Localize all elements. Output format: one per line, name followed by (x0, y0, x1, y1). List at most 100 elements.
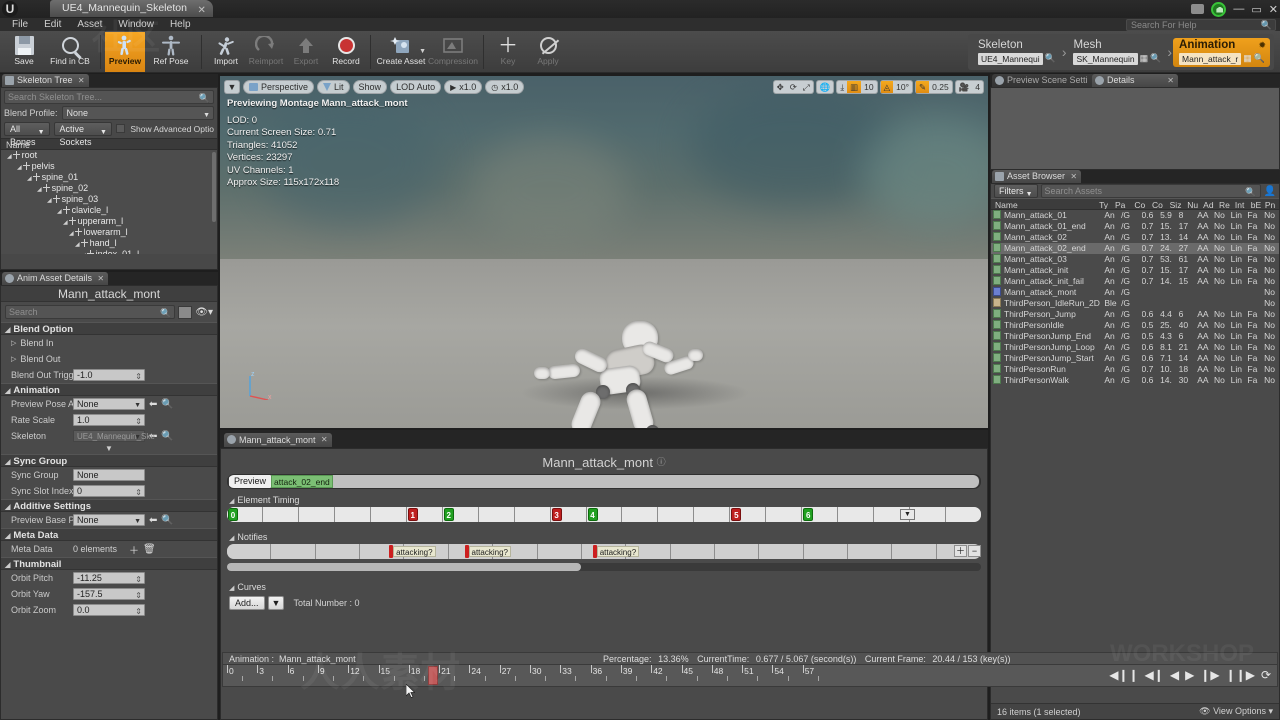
viewport-anim-speed-button[interactable]: ◷ x1.0 (485, 80, 525, 94)
section-meta-data[interactable]: ◢ Meta Data (1, 528, 217, 541)
notify-cell[interactable] (315, 544, 361, 559)
toolbar-export-button[interactable]: Export (286, 32, 326, 72)
play-reverse-icon[interactable]: ◀ (1170, 668, 1179, 682)
col-add[interactable]: Ad (1203, 199, 1219, 209)
preview-pose-combo[interactable]: None ▼ (73, 398, 145, 410)
asset-row[interactable]: ThirdPerson_Jump An/G 0.6 4.4 6 AA No Lin Fa No (991, 309, 1279, 320)
feedback-icon[interactable] (1191, 4, 1205, 14)
sync-group-field[interactable]: None (73, 469, 145, 481)
toolbar-find-in-cb-button[interactable]: Find in CB (44, 32, 96, 72)
notify-cell[interactable] (759, 544, 804, 559)
montage-slot-track[interactable]: Preview attack_02_end (227, 474, 981, 489)
element-timing-marker[interactable]: 1 (407, 508, 418, 521)
asset-row[interactable]: Mann_attack_01_end An/G 0.7 15. 17 AA No Lin Fa N… (991, 221, 1279, 232)
camera-speed-value[interactable]: 4 (972, 81, 983, 93)
step-back-icon[interactable]: ◀❙ (1145, 668, 1164, 682)
asset-row[interactable]: Mann_attack_mont An/G No (991, 287, 1279, 298)
col-path[interactable]: Pa (1115, 199, 1134, 209)
notify-cell[interactable] (714, 544, 760, 559)
section-thumbnail[interactable]: ◢ Thumbnail (1, 557, 217, 570)
col-int[interactable]: Int (1235, 199, 1251, 209)
asset-row[interactable]: ThirdPersonJump_Start An/G 0.6 7.1 14 AA No Lin… (991, 353, 1279, 364)
viewport-show-button[interactable]: Show (352, 80, 388, 94)
surface-snap-icon[interactable]: ⤓ (837, 81, 847, 93)
minimize-button[interactable]: — (1233, 3, 1244, 15)
grid-icon[interactable]: ▦ (1140, 53, 1149, 64)
use-selected-icon-base[interactable]: ⬅ (149, 515, 157, 526)
notify-cell[interactable] (848, 544, 893, 559)
close-icon-details-tab[interactable]: ✕ (97, 272, 104, 285)
tree-node-upperarm-l[interactable]: ◢ upperarm_l (1, 216, 217, 227)
add-notify-button[interactable]: ＋ (954, 545, 967, 557)
col-num[interactable]: Nu (1187, 199, 1203, 209)
loop-icon[interactable]: ⟳ (1261, 668, 1271, 682)
tree-node-index01-l[interactable]: ◢index_01_l (1, 249, 217, 254)
remove-notify-button[interactable]: − (968, 545, 981, 557)
toolbar-record-button[interactable]: Record (326, 32, 366, 72)
maximize-button[interactable]: ▭ (1251, 3, 1261, 16)
notifies-label[interactable]: ◢ Notifies (221, 530, 987, 544)
element-timing-cell[interactable]: 6 (802, 507, 839, 522)
toolbar-ref-pose-button[interactable]: Ref Pose (145, 32, 197, 72)
element-timing-marker[interactable]: 2 (443, 508, 454, 521)
menu-item-file[interactable]: File (4, 18, 36, 31)
toolbar-apply-button[interactable]: Apply (528, 32, 568, 72)
element-timing-track[interactable]: 0 1 2 3 4 5 6 (227, 507, 981, 522)
col-name[interactable]: Name (991, 199, 1099, 209)
curves-add-button[interactable]: Add... (229, 596, 265, 610)
col-co1[interactable]: Co (1134, 199, 1152, 209)
close-button[interactable]: ✕ (1269, 3, 1278, 16)
rotate-icon[interactable]: ⟳ (787, 81, 800, 93)
element-timing-cell[interactable] (658, 507, 695, 522)
section-additive-settings[interactable]: ◢ Additive Settings (1, 499, 217, 512)
menu-item-asset[interactable]: Asset (69, 18, 110, 31)
preview-base-combo[interactable]: None ▼ (73, 514, 145, 526)
delete-icon[interactable]: 🗑 (143, 544, 156, 555)
element-timing-cell[interactable]: 3 (550, 507, 587, 522)
asset-browser-list[interactable]: Mann_attack_01 An/G 0.6 5.9 8 AA No Lin Fa No Mann… (991, 210, 1279, 386)
expand-more-icon[interactable]: ▼ (1, 444, 217, 454)
preview-viewport[interactable]: ▼ Perspective Lit Show LOD Auto ▶ x1.0 ◷… (220, 76, 988, 428)
asset-row[interactable]: Mann_attack_02 An/G 0.7 13. 14 AA No Lin Fa No (991, 232, 1279, 243)
montage-preview-button[interactable]: Preview (229, 475, 272, 488)
element-timing-label[interactable]: ◢ Element Timing (221, 493, 987, 507)
toolbar-key-button[interactable]: ＋ Key (488, 32, 528, 72)
toolbar-preview-button[interactable]: Preview (105, 32, 145, 72)
sync-slot-field[interactable]: 0 ⇕ (73, 485, 145, 497)
step-forward-icon[interactable]: ❙▶ (1200, 668, 1219, 682)
notifies-scroll-thumb[interactable] (227, 563, 582, 571)
spinner-icon[interactable]: ⇕ (135, 371, 142, 382)
asset-row[interactable]: ThirdPersonWalk An/G 0.6 14. 30 AA No Lin Fa No (991, 375, 1279, 386)
menu-item-edit[interactable]: Edit (36, 18, 69, 31)
section-animation[interactable]: ◢ Animation (1, 383, 217, 396)
browse-icon-skel[interactable]: 🔍 (161, 431, 173, 442)
help-search-input[interactable]: Search For Help 🔍 (1126, 19, 1276, 31)
tab-anim-asset-details[interactable]: Anim Asset Details ✕ (2, 272, 109, 285)
element-timing-cell[interactable] (622, 507, 659, 522)
asset-row[interactable]: ThirdPerson_IdleRun_2D Ble/G No (991, 298, 1279, 309)
active-sockets-filter[interactable]: Active Sockets ▼ (53, 122, 112, 147)
browse-icon-mesh[interactable]: 🔍 (1150, 53, 1161, 64)
element-timing-options-button[interactable]: ▼ (900, 509, 915, 520)
element-timing-cell[interactable] (334, 507, 371, 522)
asset-row[interactable]: Mann_attack_03 An/G 0.7 53. 61 AA No Lin Fa No (991, 254, 1279, 265)
asset-row[interactable]: Mann_attack_02_end An/G 0.7 24. 27 AA No Lin Fa N… (991, 243, 1279, 254)
scale-snap-icon[interactable]: ✎ (916, 81, 930, 93)
grid-snap-value[interactable]: 10 (861, 81, 876, 93)
browse-icon-preview-pose[interactable]: 🔍 (161, 399, 173, 410)
blend-profile-combo[interactable]: None ▼ (61, 106, 214, 120)
tab-asset-browser[interactable]: Asset Browser ✕ (992, 170, 1082, 183)
scale-snap-value[interactable]: 0.25 (929, 81, 952, 93)
viewport-perspective-button[interactable]: Perspective (243, 80, 315, 94)
notifies-scroll-strip[interactable] (227, 563, 981, 571)
element-timing-cell[interactable] (370, 507, 407, 522)
element-timing-cell[interactable] (838, 507, 875, 522)
element-timing-cell[interactable]: 1 (406, 507, 443, 522)
tree-node-lowerarm-l[interactable]: ◢ lowerarm_l (1, 227, 217, 238)
tree-node-root[interactable]: ◢ root (1, 150, 217, 161)
notify-marker[interactable]: attacking? (464, 544, 511, 559)
tab-skeleton-tree[interactable]: Skeleton Tree ✕ (2, 74, 89, 87)
element-timing-cell[interactable] (262, 507, 299, 522)
breadcrumb-animation[interactable]: Animation ✹ Mann_attack_r ▦ 🔍 (1173, 37, 1270, 67)
tree-node-clavicle-l[interactable]: ◢ clavicle_l (1, 205, 217, 216)
